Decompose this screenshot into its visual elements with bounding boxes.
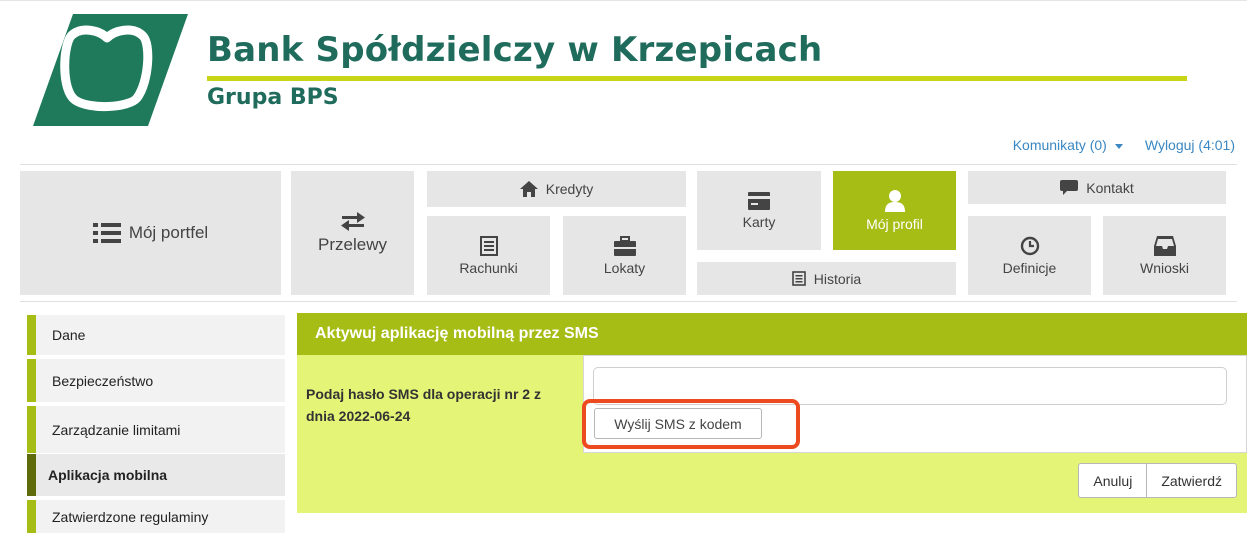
- bps-logo-icon: [33, 14, 188, 126]
- chat-icon: [1060, 180, 1079, 195]
- nav-definitions-label: Definicje: [1002, 259, 1057, 276]
- nav-transfers[interactable]: Przelewy: [291, 171, 414, 295]
- form-actions: Anuluj Zatwierdź: [1078, 463, 1237, 498]
- home-icon: [519, 181, 538, 197]
- nav-contact-label: Kontakt: [1086, 179, 1134, 196]
- sidebar-item-security[interactable]: Bezpieczeństwo: [27, 359, 285, 402]
- briefcase-icon: [613, 235, 636, 256]
- messages-dropdown[interactable]: Komunikaty (0): [1013, 137, 1123, 153]
- top-rule: [0, 0, 1247, 1]
- nav-top-divider: [20, 164, 1237, 165]
- messages-label: Komunikaty (0): [1012, 137, 1107, 153]
- nav-credits[interactable]: Kredyty: [427, 171, 686, 207]
- sidebar-item-label: Dane: [52, 327, 86, 343]
- bank-group: Grupa BPS: [207, 85, 339, 110]
- sidebar-item-label: Bezpieczeństwo: [52, 372, 154, 389]
- panel-title: Aktywuj aplikację mobilną przez SMS: [297, 313, 1247, 355]
- sidebar-item-mobile-app[interactable]: Aplikacja mobilna: [27, 454, 285, 496]
- sidebar-item-data[interactable]: Dane: [27, 315, 285, 355]
- nav-history-label: Historia: [813, 270, 862, 287]
- nav-cards[interactable]: Karty: [697, 171, 821, 250]
- nav-requests-label: Wnioski: [1139, 259, 1189, 276]
- nav-portfolio[interactable]: Mój portfel: [20, 171, 281, 295]
- nav-accounts[interactable]: Rachunki: [427, 216, 550, 295]
- nav-accounts-label: Rachunki: [459, 259, 518, 276]
- sidebar-item-label: Zarządzanie limitami: [52, 421, 181, 438]
- sidebar-item-regulations[interactable]: Zatwierdzone regulaminy: [27, 500, 285, 533]
- user-icon: [884, 189, 905, 212]
- nav-deposits-label: Lokaty: [603, 259, 646, 276]
- clock-icon: [1020, 236, 1039, 255]
- sidebar-item-limits[interactable]: Zarządzanie limitami: [27, 406, 285, 453]
- nav-profile-label: Mój profil: [866, 215, 923, 232]
- history-list-icon: [791, 271, 806, 286]
- sidebar-item-label: Aplikacja mobilna: [48, 467, 168, 483]
- list-icon: [92, 223, 121, 243]
- nav-definitions[interactable]: Definicje: [968, 216, 1091, 295]
- top-links: Komunikaty (0) Wyloguj (4:01): [1013, 137, 1235, 153]
- bank-name: Bank Spółdzielczy w Krzepicach: [207, 30, 823, 70]
- nav-cards-label: Karty: [742, 213, 776, 230]
- logout-link[interactable]: Wyloguj (4:01): [1145, 137, 1235, 153]
- nav-portfolio-label: Mój portfel: [128, 223, 209, 242]
- nav-profile[interactable]: Mój profil: [833, 171, 956, 250]
- cancel-button[interactable]: Anuluj: [1078, 463, 1148, 498]
- nav-transfers-label: Przelewy: [318, 235, 387, 254]
- sidebar-item-label: Zatwierdzone regulaminy: [52, 508, 209, 525]
- nav-deposits[interactable]: Lokaty: [563, 216, 686, 295]
- inbox-icon: [1153, 235, 1176, 256]
- ledger-icon: [479, 235, 498, 256]
- send-sms-button[interactable]: Wyślij SMS z kodem: [594, 408, 762, 439]
- sms-code-input[interactable]: [593, 367, 1227, 405]
- nav-credits-label: Kredyty: [545, 181, 594, 197]
- nav-contact[interactable]: Kontakt: [968, 171, 1226, 204]
- header-divider: [207, 76, 1187, 81]
- chevron-down-icon: [1114, 143, 1123, 149]
- nav-history[interactable]: Historia: [697, 262, 956, 295]
- credit-card-icon: [748, 191, 770, 210]
- transfer-arrows-icon: [340, 212, 365, 231]
- sms-code-label: Podaj hasło SMS dla operacji nr 2 z dnia…: [306, 386, 541, 424]
- nav-bottom-divider: [20, 301, 1237, 302]
- nav-requests[interactable]: Wnioski: [1103, 216, 1226, 295]
- confirm-button[interactable]: Zatwierdź: [1147, 463, 1237, 498]
